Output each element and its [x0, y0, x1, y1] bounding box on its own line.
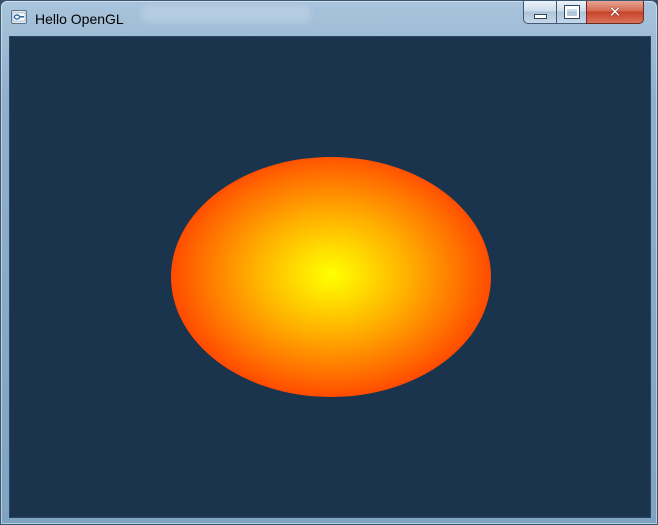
maximize-button[interactable] — [556, 1, 586, 24]
close-button[interactable]: ✕ — [586, 1, 644, 24]
title-bar-reflection — [141, 5, 311, 23]
app-icon[interactable] — [11, 10, 27, 24]
gradient-ellipse — [171, 157, 491, 397]
opengl-canvas[interactable] — [9, 36, 651, 518]
app-window: Hello OpenGL ✕ — [0, 0, 658, 525]
maximize-icon — [563, 5, 580, 19]
minimize-button[interactable] — [523, 1, 556, 24]
minimize-icon — [533, 13, 547, 19]
close-icon: ✕ — [608, 2, 622, 21]
caption-buttons: ✕ — [523, 1, 644, 25]
window-title: Hello OpenGL — [35, 11, 124, 27]
title-bar[interactable]: Hello OpenGL ✕ — [1, 1, 657, 35]
